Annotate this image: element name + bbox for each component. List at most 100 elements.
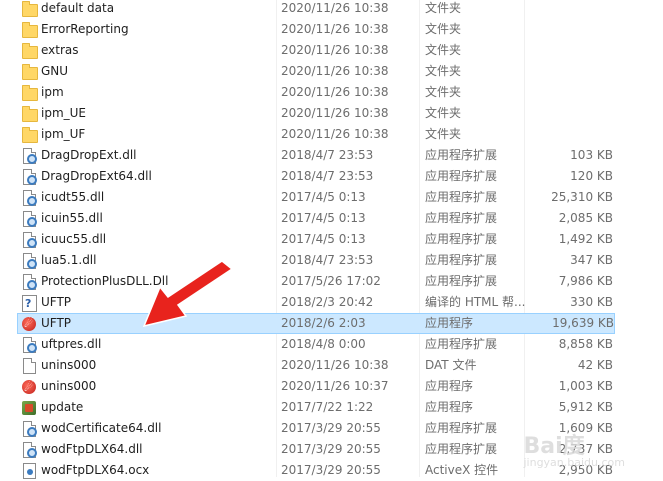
update-icon bbox=[21, 400, 37, 416]
dll-icon bbox=[21, 442, 37, 458]
file-type: ActiveX 控件 bbox=[425, 463, 499, 477]
file-row[interactable]: uftpres.dll 2018/4/8 0:00 应用程序扩展 8,858 KB bbox=[0, 334, 663, 355]
file-row[interactable]: ipm_UF 2020/11/26 10:38 文件夹 bbox=[0, 124, 663, 145]
file-name: uftpres.dll bbox=[41, 337, 102, 351]
file-date: 2017/3/29 20:55 bbox=[281, 442, 381, 456]
file-date: 2017/3/29 20:55 bbox=[281, 463, 381, 477]
file-date: 2018/4/8 0:00 bbox=[281, 337, 366, 351]
file-date: 2020/11/26 10:38 bbox=[281, 127, 389, 141]
file-row[interactable]: extras 2020/11/26 10:38 文件夹 bbox=[0, 40, 663, 61]
file-row[interactable]: ProtectionPlusDLL.Dll 2017/5/26 17:02 应用程序… bbox=[0, 271, 663, 292]
app-icon bbox=[21, 314, 37, 333]
file-type: DAT 文件 bbox=[425, 358, 477, 372]
file-date: 2020/11/26 10:38 bbox=[281, 22, 389, 36]
file-date: 2020/11/26 10:38 bbox=[281, 43, 389, 57]
watermark: Bai度 jingyan.baidu.com bbox=[523, 428, 625, 469]
file-type: 应用程序扩展 bbox=[425, 337, 498, 351]
file-row[interactable]: update 2017/7/22 1:22 应用程序 5,912 KB bbox=[0, 397, 663, 418]
file-date: 2017/4/5 0:13 bbox=[281, 190, 366, 204]
file-row[interactable]: lua5.1.dll 2018/4/7 23:53 应用程序扩展 347 KB bbox=[0, 250, 663, 271]
folder-icon bbox=[21, 106, 38, 122]
file-name: wodFtpDLX64.dll bbox=[41, 442, 143, 456]
folder-icon bbox=[21, 127, 38, 143]
file-size: 330 KB bbox=[570, 295, 613, 309]
dll-icon bbox=[21, 274, 37, 290]
file-size: 5,912 KB bbox=[558, 400, 613, 414]
file-row[interactable]: ipm_UE 2020/11/26 10:38 文件夹 bbox=[0, 103, 663, 124]
file-row[interactable]: icudt55.dll 2017/4/5 0:13 应用程序扩展 25,310 KB bbox=[0, 187, 663, 208]
file-type: 文件夹 bbox=[425, 1, 462, 15]
file-row[interactable]: unins000 2020/11/26 10:38 DAT 文件 42 KB bbox=[0, 355, 663, 376]
file-date: 2018/4/7 23:53 bbox=[281, 169, 374, 183]
file-name: icuuc55.dll bbox=[41, 232, 107, 246]
file-name: ErrorReporting bbox=[41, 22, 129, 36]
file-type: 应用程序扩展 bbox=[425, 190, 498, 204]
file-type: 文件夹 bbox=[425, 43, 462, 57]
dll-icon bbox=[21, 211, 37, 227]
file-row[interactable]: ErrorReporting 2020/11/26 10:38 文件夹 bbox=[0, 19, 663, 40]
dll-icon bbox=[21, 421, 37, 437]
dll-icon bbox=[21, 232, 37, 248]
file-icon bbox=[21, 358, 37, 374]
dll-icon bbox=[21, 148, 37, 164]
dll-icon bbox=[21, 190, 37, 206]
file-name: DragDropExt64.dll bbox=[41, 169, 152, 183]
file-name: GNU bbox=[41, 64, 69, 78]
file-type: 文件夹 bbox=[425, 127, 462, 141]
file-type: 应用程序扩展 bbox=[425, 442, 498, 456]
file-date: 2018/2/3 20:42 bbox=[281, 295, 374, 309]
file-name: unins000 bbox=[41, 358, 97, 372]
file-name: UFTP bbox=[41, 295, 72, 309]
file-size: 19,639 KB bbox=[552, 316, 614, 330]
file-date: 2020/11/26 10:38 bbox=[281, 1, 389, 15]
file-type: 应用程序扩展 bbox=[425, 211, 498, 225]
file-row[interactable]: UFTP 2018/2/6 2:03 应用程序 19,639 KB bbox=[17, 313, 615, 334]
folder-icon bbox=[21, 64, 38, 80]
file-name: default data bbox=[41, 1, 115, 15]
file-date: 2020/11/26 10:38 bbox=[281, 106, 389, 120]
file-name: update bbox=[41, 400, 84, 414]
file-row[interactable]: icuuc55.dll 2017/4/5 0:13 应用程序扩展 1,492 KB bbox=[0, 229, 663, 250]
file-type: 应用程序扩展 bbox=[425, 274, 498, 288]
file-size: 347 KB bbox=[570, 253, 613, 267]
file-name: icuin55.dll bbox=[41, 211, 103, 225]
file-name: ipm bbox=[41, 85, 64, 99]
file-row[interactable]: default data 2020/11/26 10:38 文件夹 bbox=[0, 0, 663, 19]
file-date: 2017/4/5 0:13 bbox=[281, 211, 366, 225]
file-date: 2018/4/7 23:53 bbox=[281, 253, 374, 267]
file-date: 2017/5/26 17:02 bbox=[281, 274, 381, 288]
file-row[interactable]: UFTP 2018/2/3 20:42 编译的 HTML 帮... 330 KB bbox=[0, 292, 663, 314]
file-name: unins000 bbox=[41, 379, 97, 393]
file-row[interactable]: ipm 2020/11/26 10:38 文件夹 bbox=[0, 82, 663, 103]
file-row[interactable]: DragDropExt64.dll 2018/4/7 23:53 应用程序扩展 120… bbox=[0, 166, 663, 187]
file-name: icudt55.dll bbox=[41, 190, 105, 204]
file-name: DragDropExt.dll bbox=[41, 148, 137, 162]
file-type: 应用程序扩展 bbox=[425, 421, 498, 435]
file-name: ipm_UE bbox=[41, 106, 87, 120]
file-size: 25,310 KB bbox=[551, 190, 613, 204]
file-date: 2018/2/6 2:03 bbox=[281, 316, 366, 330]
file-size: 1,003 KB bbox=[558, 379, 613, 393]
file-row[interactable]: DragDropExt.dll 2018/4/7 23:53 应用程序扩展 103 K… bbox=[0, 145, 663, 166]
file-date: 2017/3/29 20:55 bbox=[281, 421, 381, 435]
file-name: lua5.1.dll bbox=[41, 253, 97, 267]
file-name: wodFtpDLX64.ocx bbox=[41, 463, 150, 477]
file-name: ipm_UF bbox=[41, 127, 86, 141]
dll-icon bbox=[21, 337, 37, 353]
file-row[interactable]: icuin55.dll 2017/4/5 0:13 应用程序扩展 2,085 KB bbox=[0, 208, 663, 229]
dll-icon bbox=[21, 169, 37, 185]
folder-icon bbox=[21, 1, 38, 17]
file-row[interactable]: unins000 2020/11/26 10:37 应用程序 1,003 KB bbox=[0, 376, 663, 398]
watermark-sub: jingyan.baidu.com bbox=[523, 456, 625, 469]
file-type: 文件夹 bbox=[425, 64, 462, 78]
folder-icon bbox=[21, 43, 38, 59]
file-row[interactable]: GNU 2020/11/26 10:38 文件夹 bbox=[0, 61, 663, 82]
file-name: UFTP bbox=[41, 316, 72, 330]
file-type: 编译的 HTML 帮... bbox=[425, 295, 526, 309]
file-date: 2020/11/26 10:37 bbox=[281, 379, 389, 393]
file-type: 应用程序扩展 bbox=[425, 169, 498, 183]
file-size: 103 KB bbox=[570, 148, 613, 162]
file-date: 2017/7/22 1:22 bbox=[281, 400, 374, 414]
file-size: 120 KB bbox=[570, 169, 613, 183]
file-type: 应用程序 bbox=[425, 316, 474, 330]
